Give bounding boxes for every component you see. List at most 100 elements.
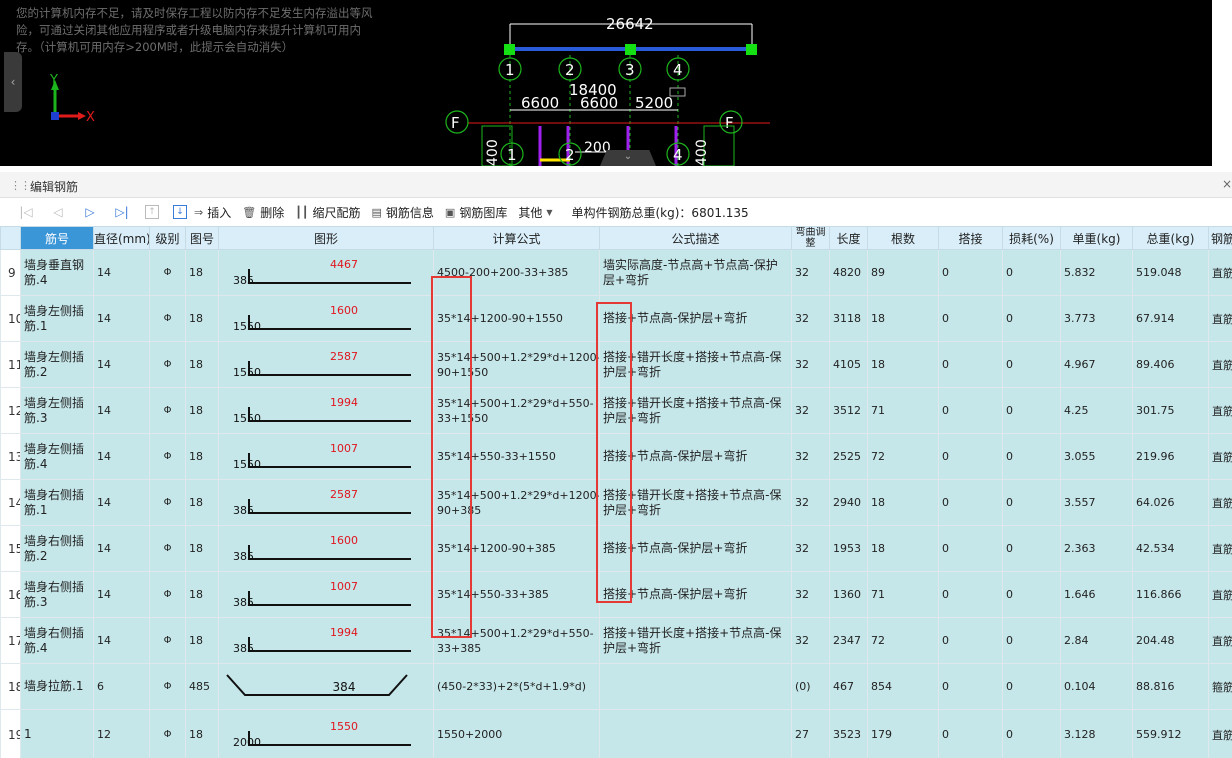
cell-count[interactable]: 71: [867, 571, 939, 618]
cell-shape[interactable]: 2000 1550: [218, 709, 434, 758]
cell-fig[interactable]: 18: [185, 433, 219, 480]
cell-fig[interactable]: 18: [185, 571, 219, 618]
cell-lvl[interactable]: Φ: [149, 249, 186, 296]
cell-type[interactable]: 直筋: [1208, 525, 1232, 572]
rebar-shape[interactable]: 385 1007: [220, 575, 430, 615]
cell-formula[interactable]: 4500-200+200-33+385: [433, 249, 600, 296]
cell-name[interactable]: 墙身右侧插筋.4: [20, 617, 94, 664]
delete-button[interactable]: 🗑 删除: [242, 204, 284, 221]
cell-len[interactable]: 3512: [829, 387, 868, 434]
scale-rebar-button[interactable]: ┃┃ 缩尺配筋: [295, 204, 360, 221]
cell-desc[interactable]: 墙实际高度-节点高+节点高-保护层+弯折: [599, 249, 792, 296]
move-up-icon[interactable]: ↑: [145, 205, 159, 219]
cell-name[interactable]: 墙身右侧插筋.2: [20, 525, 94, 572]
move-down-icon[interactable]: ↓: [173, 205, 187, 219]
column-header[interactable]: 计算公式: [433, 226, 600, 250]
chevron-down-icon[interactable]: ⌄: [600, 150, 656, 166]
cell-type[interactable]: 直筋: [1208, 341, 1232, 388]
cell-formula[interactable]: 35*14+1200-90+1550: [433, 295, 600, 342]
cell-lap[interactable]: 0: [938, 387, 1003, 434]
cell-desc[interactable]: 搭接+错开长度+搭接+节点高-保护层+弯折: [599, 617, 792, 664]
cell-type[interactable]: 直筋: [1208, 709, 1232, 758]
cell-dia[interactable]: 12: [93, 709, 150, 758]
row-number[interactable]: 19: [0, 709, 21, 758]
cell-dia[interactable]: 14: [93, 341, 150, 388]
cell-shape[interactable]: 385 1600: [218, 525, 434, 572]
cell-len[interactable]: 4820: [829, 249, 868, 296]
cell-bend[interactable]: 32: [791, 341, 830, 388]
cell-lap[interactable]: 0: [938, 341, 1003, 388]
cell-dia[interactable]: 6: [93, 663, 150, 710]
cell-bend[interactable]: 27: [791, 709, 830, 758]
cell-type[interactable]: 直筋: [1208, 387, 1232, 434]
cell-len[interactable]: 2347: [829, 617, 868, 664]
cell-count[interactable]: 71: [867, 387, 939, 434]
drag-grip-icon[interactable]: ⋮⋮: [10, 179, 31, 192]
cell-fig[interactable]: 18: [185, 387, 219, 434]
cell-total[interactable]: 88.816: [1132, 663, 1209, 710]
cell-type[interactable]: 直筋: [1208, 479, 1232, 526]
cell-count[interactable]: 179: [867, 709, 939, 758]
cell-len[interactable]: 2525: [829, 433, 868, 480]
cell-lvl[interactable]: Φ: [149, 295, 186, 342]
table-row[interactable]: 10墙身左侧插筋.114Φ181550160035*14+1200-90+155…: [0, 295, 1232, 342]
cell-unit[interactable]: 2.84: [1060, 617, 1133, 664]
cad-viewport[interactable]: 您的计算机内存不足，请及时保存工程以防内存不足发生内存溢出等风 险，可通过关闭其…: [0, 0, 1232, 166]
cell-fig[interactable]: 18: [185, 295, 219, 342]
cell-len[interactable]: 2940: [829, 479, 868, 526]
cell-count[interactable]: 72: [867, 433, 939, 480]
cell-dia[interactable]: 14: [93, 525, 150, 572]
cell-lap[interactable]: 0: [938, 249, 1003, 296]
cell-bend[interactable]: 32: [791, 617, 830, 664]
cell-bend[interactable]: 32: [791, 571, 830, 618]
column-header[interactable]: 长度: [829, 226, 868, 250]
cell-formula[interactable]: (450-2*33)+2*(5*d+1.9*d): [433, 663, 600, 710]
cell-lap[interactable]: 0: [938, 525, 1003, 572]
cell-lvl[interactable]: Φ: [149, 525, 186, 572]
row-number[interactable]: 18: [0, 663, 21, 710]
cell-bend[interactable]: 32: [791, 387, 830, 434]
cell-name[interactable]: 墙身垂直钢筋.4: [20, 249, 94, 296]
cell-shape[interactable]: 1550 1994: [218, 387, 434, 434]
cell-desc[interactable]: [599, 709, 792, 758]
column-header[interactable]: 图形: [218, 226, 434, 250]
table-row[interactable]: 17墙身右侧插筋.414Φ18 385 1994 35*14+500+1.2*29*d…: [0, 617, 1232, 664]
cell-name[interactable]: 墙身左侧插筋.2: [20, 341, 94, 388]
cell-fig[interactable]: 18: [185, 617, 219, 664]
cell-fig[interactable]: 18: [185, 249, 219, 296]
cell-total[interactable]: 204.48: [1132, 617, 1209, 664]
cell-lvl[interactable]: Φ: [149, 663, 186, 710]
cell-lap[interactable]: 0: [938, 663, 1003, 710]
rebar-shape[interactable]: 2000 1550: [220, 715, 430, 755]
cell-dia[interactable]: 14: [93, 249, 150, 296]
cell-count[interactable]: 18: [867, 295, 939, 342]
cell-type[interactable]: 直筋: [1208, 295, 1232, 342]
row-number[interactable]: 13: [0, 433, 21, 480]
cell-shape[interactable]: 1550 2587: [218, 341, 434, 388]
column-header[interactable]: 级别: [149, 226, 186, 250]
column-header[interactable]: 直径(mm): [93, 226, 150, 250]
cell-count[interactable]: 18: [867, 525, 939, 572]
cell-unit[interactable]: 4.25: [1060, 387, 1133, 434]
cell-lvl[interactable]: Φ: [149, 387, 186, 434]
right-tool-strip[interactable]: [1212, 0, 1232, 166]
first-record-icon[interactable]: |◁: [10, 205, 42, 219]
cell-loss[interactable]: 0: [1002, 571, 1061, 618]
cell-unit[interactable]: 2.363: [1060, 525, 1133, 572]
row-number[interactable]: 15: [0, 525, 21, 572]
cell-total[interactable]: 116.866: [1132, 571, 1209, 618]
cell-len[interactable]: 1360: [829, 571, 868, 618]
cell-unit[interactable]: 1.646: [1060, 571, 1133, 618]
cell-shape[interactable]: 1550 1600: [218, 295, 434, 342]
cell-type[interactable]: 直筋: [1208, 433, 1232, 480]
column-header[interactable]: 筋号: [20, 226, 94, 250]
cell-loss[interactable]: 0: [1002, 663, 1061, 710]
cell-loss[interactable]: 0: [1002, 387, 1061, 434]
cell-name[interactable]: 墙身右侧插筋.3: [20, 571, 94, 618]
cad-drawing[interactable]: Y X 26642 1 2 3 4 18400 6600 6600 5200 F…: [0, 0, 1232, 166]
cell-fig[interactable]: 18: [185, 479, 219, 526]
cell-unit[interactable]: 3.128: [1060, 709, 1133, 758]
cell-len[interactable]: 3118: [829, 295, 868, 342]
cell-name[interactable]: 墙身拉筋.1: [20, 663, 94, 710]
cell-type[interactable]: 直筋: [1208, 249, 1232, 296]
